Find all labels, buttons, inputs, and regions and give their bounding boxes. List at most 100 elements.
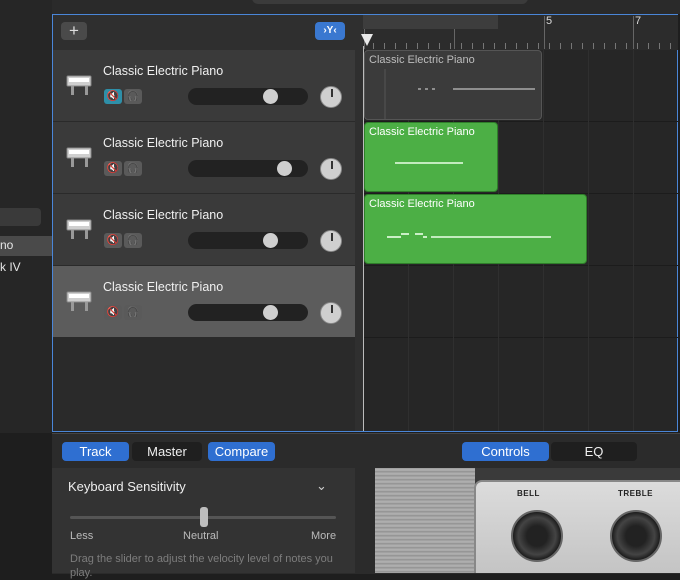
ruler-tick xyxy=(417,43,418,49)
tab-track[interactable]: Track xyxy=(62,442,129,461)
ruler-tick xyxy=(505,43,506,49)
ruler-tick xyxy=(384,43,385,49)
track-name[interactable]: Classic Electric Piano xyxy=(103,64,223,78)
library-item-label[interactable]: k IV xyxy=(0,260,21,274)
volume-slider[interactable] xyxy=(188,304,308,321)
ruler-tick xyxy=(637,43,638,49)
ruler-tick xyxy=(571,43,572,49)
grid-line xyxy=(588,50,589,431)
track-header[interactable]: Classic Electric Piano 🔇 🎧 xyxy=(53,122,355,194)
sensitivity-help-text: Drag the slider to adjust the velocity l… xyxy=(70,553,333,579)
cycle-region[interactable] xyxy=(363,15,498,29)
ruler-tick xyxy=(560,43,561,49)
volume-slider-thumb[interactable] xyxy=(263,89,278,104)
pan-knob[interactable] xyxy=(320,230,342,252)
track-name[interactable]: Classic Electric Piano xyxy=(103,208,223,222)
header-divider[interactable] xyxy=(355,15,363,431)
pan-knob[interactable] xyxy=(320,86,342,108)
ruler-tick xyxy=(439,43,440,49)
ruler-tick xyxy=(659,43,660,49)
ruler-tick xyxy=(582,43,583,49)
headphones-icon[interactable]: 🎧 xyxy=(124,161,142,176)
ruler-tick xyxy=(428,43,429,49)
region-filter-button[interactable]: ›Y‹ xyxy=(315,22,345,40)
volume-slider[interactable] xyxy=(188,232,308,249)
treble-knob[interactable] xyxy=(610,510,662,562)
ruler-tick xyxy=(461,43,462,49)
track-header-bar xyxy=(53,15,355,50)
slider-label-neutral: Neutral xyxy=(183,530,219,542)
pan-knob[interactable] xyxy=(320,158,342,180)
ruler-tick xyxy=(615,43,616,49)
library-search-field[interactable] xyxy=(0,208,41,226)
bar-marker xyxy=(633,16,634,49)
slider-label-more: More xyxy=(311,530,337,542)
midi-region[interactable]: Classic Electric Piano xyxy=(364,194,587,264)
track-header[interactable]: Classic Electric Piano 🔇 🎧 xyxy=(53,194,355,266)
volume-slider-thumb[interactable] xyxy=(263,233,278,248)
ruler-tick xyxy=(516,43,517,49)
mute-button[interactable]: 🔇 xyxy=(104,233,122,248)
grid-line xyxy=(633,50,634,431)
library-item-label[interactable]: no xyxy=(0,238,13,252)
track-name[interactable]: Classic Electric Piano xyxy=(103,280,223,294)
add-track-button[interactable]: + xyxy=(61,22,87,40)
ruler-tick xyxy=(395,43,396,49)
playhead-icon[interactable] xyxy=(361,34,373,46)
treble-knob-label: TREBLE xyxy=(618,489,653,498)
headphones-icon[interactable]: 🎧 xyxy=(124,89,142,104)
electric-piano-icon xyxy=(66,291,92,311)
midi-region[interactable]: Classic Electric Piano xyxy=(364,122,498,192)
slider-label-less: Less xyxy=(70,530,94,542)
bell-knob-label: BELL xyxy=(517,489,540,498)
library-panel: no k IV xyxy=(0,0,52,433)
ruler-tick xyxy=(406,43,407,49)
ruler-tick xyxy=(648,43,649,49)
headphones-icon[interactable]: 🎧 xyxy=(124,305,142,320)
top-control-bar xyxy=(52,0,680,14)
mute-button[interactable]: 🔇 xyxy=(104,305,122,320)
tab-eq[interactable]: EQ xyxy=(551,442,637,461)
headphones-icon[interactable]: 🎧 xyxy=(124,233,142,248)
mute-button[interactable]: 🔇 xyxy=(104,161,122,176)
volume-slider[interactable] xyxy=(188,160,308,177)
amp-grille xyxy=(375,468,475,573)
electric-piano-icon xyxy=(66,147,92,167)
midi-notes xyxy=(384,69,535,119)
ruler-tick xyxy=(483,43,484,49)
track-lane[interactable] xyxy=(364,266,678,338)
ruler-tick xyxy=(538,43,539,49)
bar-number: 5 xyxy=(546,15,553,27)
midi-notes xyxy=(395,162,463,164)
track-name[interactable]: Classic Electric Piano xyxy=(103,136,223,150)
keyboard-sensitivity-title: Keyboard Sensitivity xyxy=(68,479,186,494)
electric-piano-icon xyxy=(66,219,92,239)
mute-button[interactable]: 🔇 xyxy=(104,89,122,104)
ruler-tick xyxy=(450,43,451,49)
lcd-display[interactable] xyxy=(252,0,528,4)
ruler-tick xyxy=(670,43,671,49)
midi-notes xyxy=(387,233,551,238)
bell-knob[interactable] xyxy=(511,510,563,562)
compare-button[interactable]: Compare xyxy=(208,442,275,461)
track-list-empty-area xyxy=(53,337,355,431)
midi-region[interactable]: Classic Electric Piano xyxy=(364,50,542,120)
volume-slider-thumb[interactable] xyxy=(277,161,292,176)
volume-slider-thumb[interactable] xyxy=(263,305,278,320)
sensitivity-slider-thumb[interactable] xyxy=(200,507,208,527)
ruler-tick xyxy=(604,43,605,49)
ruler-tick xyxy=(494,43,495,49)
ruler-tick xyxy=(593,43,594,49)
tab-master[interactable]: Master xyxy=(132,442,202,461)
chevron-down-icon[interactable]: ⌄ xyxy=(316,478,327,494)
pan-knob[interactable] xyxy=(320,302,342,324)
ruler-tick xyxy=(626,43,627,49)
track-header[interactable]: Classic Electric Piano 🔇 🎧 xyxy=(53,266,355,338)
volume-slider[interactable] xyxy=(188,88,308,105)
electric-piano-icon xyxy=(66,75,92,95)
amp-faceplate: BELL TREBLE xyxy=(474,480,680,573)
ruler-tick xyxy=(549,43,550,49)
tab-controls[interactable]: Controls xyxy=(462,442,549,461)
ruler-tick xyxy=(472,43,473,49)
track-header[interactable]: Classic Electric Piano 🔇 🎧 xyxy=(53,50,355,122)
